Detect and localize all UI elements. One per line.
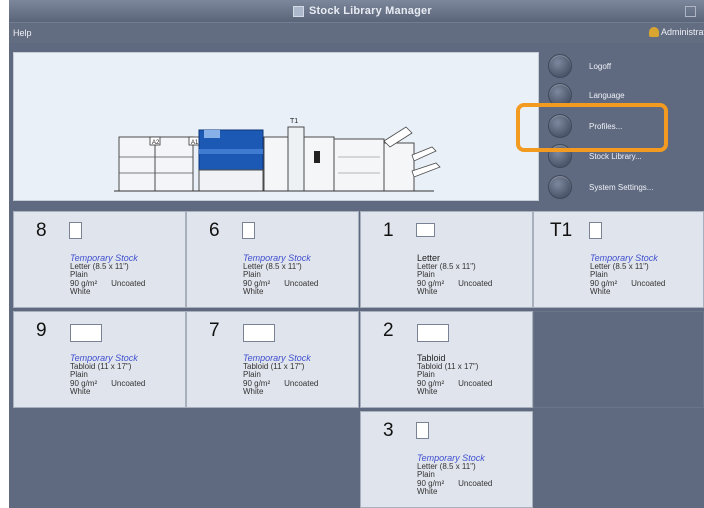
user-menu[interactable]: Administrat [649, 27, 704, 37]
paper-portrait-icon [416, 422, 429, 439]
printer-illustration: A2 A1 T1 [114, 118, 441, 192]
stock-coating: Uncoated [458, 478, 493, 488]
stock-color: White [243, 387, 264, 396]
language-label: Language [589, 90, 625, 100]
logoff-icon [548, 54, 572, 78]
stock-coating: Uncoated [284, 378, 319, 388]
stock-color: White [243, 287, 264, 296]
window-control-button[interactable] [685, 6, 696, 17]
window-title: Stock Library Manager [309, 5, 432, 17]
stock-coating: Uncoated [458, 378, 493, 388]
tray-tile-2[interactable]: 2 Tabloid Tabloid (11 x 17") Plain 90 g/… [360, 311, 533, 408]
tray-number: 9 [36, 320, 47, 341]
help-menu[interactable]: Help [13, 28, 32, 38]
system-settings-label: System Settings... [589, 182, 654, 192]
stock-coating: Uncoated [111, 378, 146, 388]
stock-coating: Uncoated [284, 278, 319, 288]
tray-number: 3 [383, 420, 394, 441]
tray-info: Temporary Stock Letter (8.5 x 11") Plain… [590, 254, 665, 297]
tray-tile-8[interactable]: 8 Temporary Stock Letter (8.5 x 11") Pla… [13, 211, 186, 308]
stock-coating: Uncoated [631, 278, 666, 288]
tray-number: 8 [36, 220, 47, 241]
tray-number: 7 [209, 320, 220, 341]
tray-a2-label: A2 [152, 140, 160, 146]
stock-color: White [70, 387, 91, 396]
tray-tile-9[interactable]: 9 Temporary Stock Tabloid (11 x 17") Pla… [13, 311, 186, 408]
tray-info: Letter Letter (8.5 x 11") Plain 90 g/m² U… [417, 254, 492, 297]
tray-number: 2 [383, 320, 394, 341]
paper-portrait-icon [242, 222, 255, 239]
stock-coating: Uncoated [458, 278, 493, 288]
stock-library-label: Stock Library... [589, 151, 642, 161]
tray-info: Temporary Stock Letter (8.5 x 11") Plain… [70, 254, 145, 297]
menu-bar: Help Administrat [9, 22, 704, 43]
app-icon [293, 6, 304, 17]
paper-landscape-icon [243, 324, 275, 342]
stock-library-manager-window: Stock Library Manager Help Administrat A… [9, 0, 704, 508]
stock-color: White [417, 387, 438, 396]
tray-number: 1 [383, 220, 394, 241]
stock-color: White [70, 287, 91, 296]
stock-color: White [590, 287, 611, 296]
tray-number: T1 [550, 220, 573, 241]
paper-portrait-icon [589, 222, 602, 239]
paper-landscape-icon [417, 324, 449, 342]
logoff-button[interactable]: Logoff [548, 53, 611, 79]
stock-color: White [417, 487, 438, 496]
paper-landscape-icon [70, 324, 102, 342]
tray-info: Temporary Stock Tabloid (11 x 17") Plain… [243, 354, 318, 397]
empty-tray-slot [533, 311, 704, 408]
tray-tile-3[interactable]: 3 Temporary Stock Letter (8.5 x 11") Pla… [360, 411, 533, 508]
tray-number: 6 [209, 220, 220, 241]
user-icon [649, 27, 659, 37]
printer-t1-label: T1 [290, 118, 298, 125]
paper-landscape-icon [416, 223, 435, 237]
tray-tile-7[interactable]: 7 Temporary Stock Tabloid (11 x 17") Pla… [186, 311, 359, 408]
paper-portrait-icon [69, 222, 82, 239]
tray-info: Tabloid Tabloid (11 x 17") Plain 90 g/m²… [417, 354, 492, 397]
printer-preview: A2 A1 T1 [13, 52, 539, 201]
tray-tile-6[interactable]: 6 Temporary Stock Letter (8.5 x 11") Pla… [186, 211, 359, 308]
tray-info: Temporary Stock Letter (8.5 x 11") Plain… [417, 454, 492, 497]
tray-tile-1[interactable]: 1 Letter Letter (8.5 x 11") Plain 90 g/m… [360, 211, 533, 308]
tray-a1-label: A1 [191, 140, 199, 146]
logoff-label: Logoff [589, 61, 612, 71]
profiles-highlight-box [516, 103, 668, 152]
tray-info: Temporary Stock Letter (8.5 x 11") Plain… [243, 254, 318, 297]
tray-tile-t1[interactable]: T1 Temporary Stock Letter (8.5 x 11") Pl… [533, 211, 704, 308]
system-settings-button[interactable]: System Settings... [548, 174, 653, 200]
stock-coating: Uncoated [111, 278, 146, 288]
system-settings-icon [548, 175, 572, 199]
title-bar: Stock Library Manager [9, 0, 704, 22]
stock-color: White [417, 287, 438, 296]
tray-info: Temporary Stock Tabloid (11 x 17") Plain… [70, 354, 145, 397]
user-label: Administrat [661, 27, 704, 37]
